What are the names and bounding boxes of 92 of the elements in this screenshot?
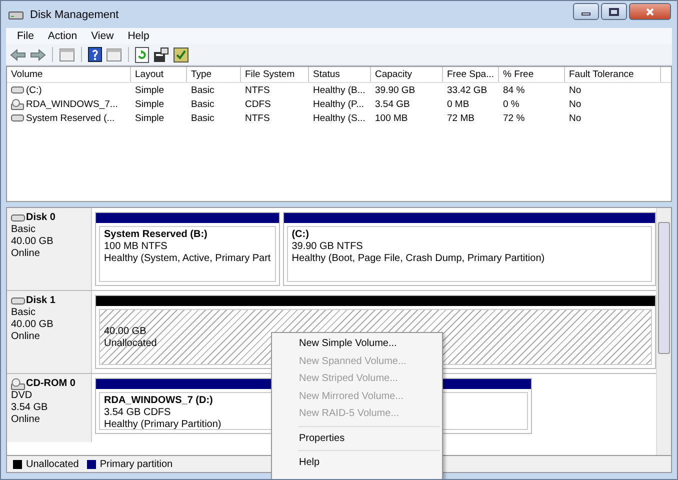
partition-name: RDA_WINDOWS_7 (D:) xyxy=(104,395,213,407)
partition-block[interactable]: (C:) 39.90 GB NTFS Healthy (Boot, Page File, Crash Dump, Primary Partition) xyxy=(282,212,656,286)
close-icon xyxy=(645,8,655,16)
refresh-icon[interactable] xyxy=(135,46,149,62)
table-cell: NTFS xyxy=(245,112,270,124)
table-cell: System Reserved (... xyxy=(26,112,115,124)
partition-status: Healthy (Primary Partition) xyxy=(104,419,222,429)
table-cell: 0 MB xyxy=(447,98,470,110)
column-header[interactable]: % Free xyxy=(499,67,565,82)
hard-drive-icon xyxy=(11,214,25,222)
partition-name: (C:) xyxy=(292,229,309,241)
properties-icon[interactable] xyxy=(153,46,169,62)
table-cell: 84 % xyxy=(503,84,525,96)
menu-item[interactable]: Action xyxy=(40,30,84,42)
table-cell: Healthy (S... xyxy=(313,112,366,124)
disk-status: Online xyxy=(11,248,41,260)
cd-drive-icon xyxy=(11,378,25,390)
hard-drive-icon xyxy=(11,114,24,122)
column-header[interactable]: Layout xyxy=(131,67,187,82)
table-cell: Healthy (P... xyxy=(313,98,364,110)
disk-size: 40.00 GB xyxy=(11,236,54,248)
disk-name: Disk 1 xyxy=(26,295,56,307)
table-cell: (C:) xyxy=(26,84,42,96)
back-arrow-icon[interactable] xyxy=(10,48,26,62)
table-cell: 33.42 GB xyxy=(447,84,488,96)
disk-name: Disk 0 xyxy=(26,212,56,224)
column-header[interactable]: Type xyxy=(187,67,241,82)
table-cell: Basic xyxy=(191,98,214,110)
menu-item[interactable]: Help xyxy=(120,30,156,42)
partition-size: 40.00 GB xyxy=(104,326,146,338)
table-cell: 39.90 GB xyxy=(375,84,416,96)
partition-size: 39.90 GB NTFS xyxy=(292,241,363,253)
scrollbar[interactable] xyxy=(656,208,671,455)
table-cell: 72 MB xyxy=(447,112,474,124)
disk-size: 3.54 GB xyxy=(11,402,49,414)
context-menu-item[interactable]: New Simple Volume... xyxy=(272,335,442,352)
minimize-button[interactable] xyxy=(573,3,599,20)
table-cell: No xyxy=(569,98,582,110)
checklist-icon[interactable] xyxy=(173,46,189,62)
table-cell: RDA_WINDOWS_7... xyxy=(26,98,118,110)
table-cell: 3.54 GB xyxy=(375,98,410,110)
disk-type: DVD xyxy=(11,390,34,402)
partition-size: 100 MB NTFS xyxy=(104,241,168,253)
column-header[interactable]: Free Spa... xyxy=(443,67,499,82)
menu-item[interactable]: File xyxy=(10,30,41,42)
menu-item[interactable]: View xyxy=(84,30,121,42)
disk-name: CD-ROM 0 xyxy=(26,378,76,390)
table-cell: Basic xyxy=(191,84,214,96)
column-header[interactable]: Volume xyxy=(7,67,131,82)
context-menu-item[interactable]: Help xyxy=(272,454,442,472)
legend-label: Primary partition xyxy=(100,458,173,470)
close-button[interactable] xyxy=(629,3,671,20)
column-header[interactable]: Fault Tolerance xyxy=(565,67,661,82)
column-header[interactable]: File System xyxy=(241,67,309,82)
table-cell: Basic xyxy=(191,112,214,124)
maximize-icon xyxy=(609,8,619,16)
partition-status: Healthy (Boot, Page File, Crash Dump, Primary Partition) xyxy=(292,253,545,265)
console-tree-icon[interactable] xyxy=(59,48,75,62)
table-cell: No xyxy=(569,112,582,124)
disk-size: 40.00 GB xyxy=(11,319,54,331)
partition-status: Unallocated xyxy=(104,338,157,350)
window-title: Disk Management xyxy=(30,8,119,20)
cd-drive-icon xyxy=(11,98,24,110)
disk-status: Online xyxy=(11,331,41,343)
table-cell: 100 MB xyxy=(375,112,408,124)
hard-drive-icon xyxy=(11,86,24,94)
maximize-button[interactable] xyxy=(601,3,627,20)
disk-type: Basic xyxy=(11,224,36,236)
table-cell: Simple xyxy=(135,112,164,124)
table-cell: 0 % xyxy=(503,98,520,110)
table-cell: CDFS xyxy=(245,98,271,110)
partition-size: 3.54 GB CDFS xyxy=(104,407,171,419)
help-icon[interactable] xyxy=(88,47,102,62)
partition-status: Healthy (System, Active, Primary Part xyxy=(104,253,271,265)
partition-name: System Reserved (B:) xyxy=(104,229,208,241)
table-cell: Simple xyxy=(135,98,164,110)
table-cell: Healthy (B... xyxy=(313,84,366,96)
legend-swatch xyxy=(13,460,22,468)
disk-type: Basic xyxy=(11,307,36,319)
forward-arrow-icon[interactable] xyxy=(30,48,46,62)
context-menu-item[interactable]: Properties xyxy=(272,430,442,447)
hard-drive-icon xyxy=(11,297,25,305)
legend-swatch xyxy=(86,460,96,468)
table-cell: 72 % xyxy=(503,112,525,124)
table-cell: No xyxy=(569,84,582,96)
disk-status: Online xyxy=(11,414,41,426)
table-cell: Simple xyxy=(135,84,164,96)
legend-label: Unallocated xyxy=(26,458,79,470)
table-cell: NTFS xyxy=(245,84,270,96)
column-header[interactable]: Status xyxy=(309,67,371,82)
partition-block[interactable]: System Reserved (B:) 100 MB NTFS Healthy (System, Active, Primary Part xyxy=(95,212,280,286)
column-header[interactable]: Capacity xyxy=(371,67,443,82)
